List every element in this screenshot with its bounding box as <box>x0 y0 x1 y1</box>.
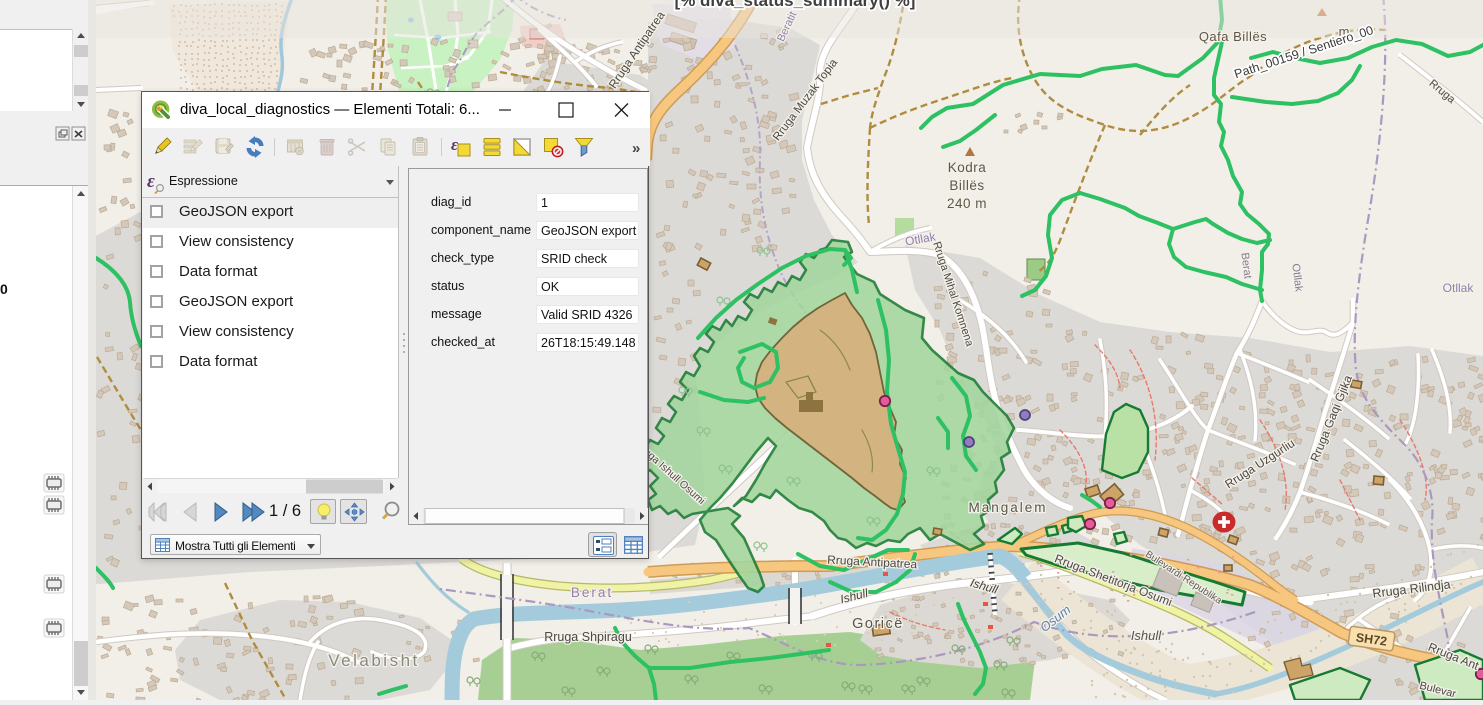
svg-text:ε: ε <box>147 171 155 192</box>
svg-text:Ishull: Ishull <box>1131 628 1162 643</box>
svg-text:Otllak: Otllak <box>1443 281 1475 295</box>
svg-text:Goricë: Goricë <box>852 616 904 632</box>
svg-text:Velabisht: Velabisht <box>328 651 420 670</box>
svg-text:Billës: Billës <box>949 178 984 193</box>
svg-text:ε: ε <box>451 136 458 154</box>
svg-text:[% diva_status_summary() %]: [% diva_status_summary() %] <box>675 0 916 10</box>
svg-text:Berat: Berat <box>571 585 613 600</box>
svg-text:Rruga Shpiragu: Rruga Shpiragu <box>544 630 632 644</box>
svg-text:Qafa Billës: Qafa Billës <box>1199 29 1267 44</box>
svg-text:Kodra: Kodra <box>948 160 987 175</box>
svg-text:Mangalem: Mangalem <box>968 500 1047 515</box>
svg-text:240 m: 240 m <box>947 196 987 211</box>
